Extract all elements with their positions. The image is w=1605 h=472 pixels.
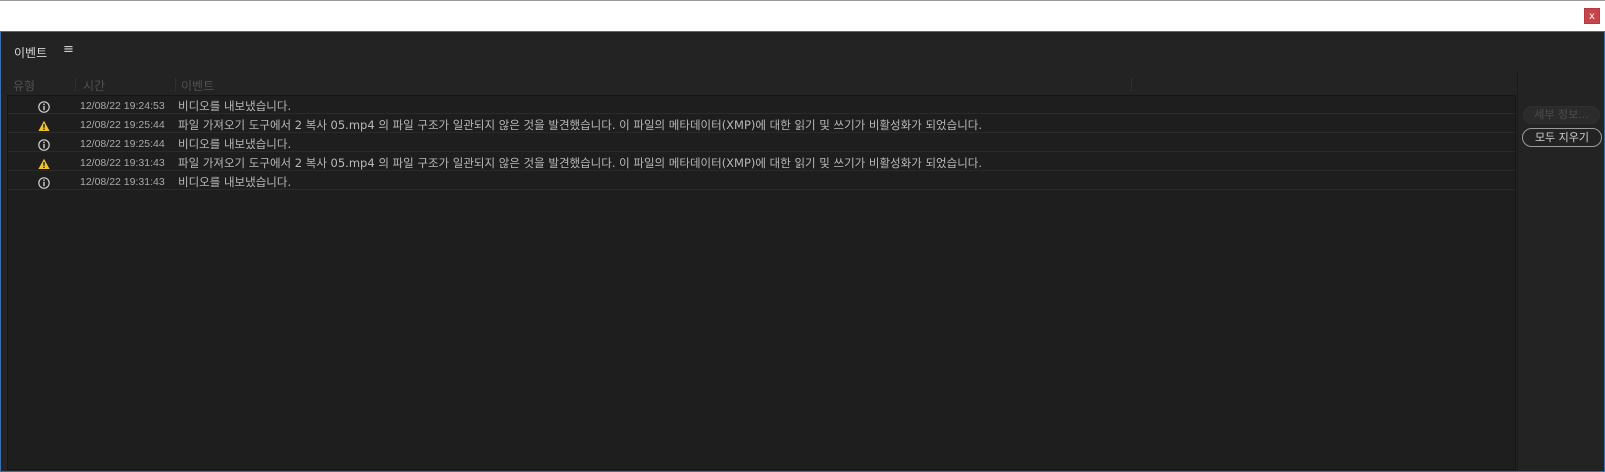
column-header-type[interactable]: 유형 <box>13 77 35 93</box>
column-header-event[interactable]: 이벤트 <box>181 77 214 93</box>
event-row[interactable]: 12/08/22 19:31:43 비디오를 내보냈습니다. <box>8 172 1515 190</box>
event-message: 비디오를 내보냈습니다. <box>178 137 292 151</box>
events-window: 이벤트 ≡ 유형 시간 이벤트 12/08/22 19:24:53 비디오를 내보… <box>0 31 1605 472</box>
event-time: 12/08/22 19:24:53 <box>80 100 165 112</box>
warning-icon <box>38 117 50 131</box>
event-row[interactable]: 12/08/22 19:25:44 파일 가져오기 도구에서 2 복사 05.mp… <box>8 115 1515 133</box>
event-time: 12/08/22 19:31:43 <box>80 176 165 188</box>
details-button[interactable]: 세부 정보... <box>1523 106 1600 124</box>
info-icon <box>38 98 50 113</box>
event-message: 비디오를 내보냈습니다. <box>178 175 292 189</box>
event-time: 12/08/22 19:31:43 <box>80 157 165 169</box>
close-button[interactable]: x <box>1584 8 1600 24</box>
panel-title[interactable]: 이벤트 <box>14 44 47 61</box>
column-divider[interactable] <box>1131 78 1132 91</box>
event-time: 12/08/22 19:25:44 <box>80 138 165 150</box>
info-icon <box>38 136 50 151</box>
event-list[interactable]: 12/08/22 19:24:53 비디오를 내보냈습니다. 12/08/22 19… <box>7 95 1516 470</box>
warning-icon <box>38 155 50 169</box>
column-divider[interactable] <box>175 78 176 91</box>
event-time: 12/08/22 19:25:44 <box>80 119 165 131</box>
event-row[interactable]: 12/08/22 19:31:43 파일 가져오기 도구에서 2 복사 05.mp… <box>8 153 1515 171</box>
panel-header: 이벤트 ≡ <box>1 32 1604 72</box>
side-panel: 세부 정보... 모두 지우기 <box>1517 72 1604 470</box>
column-header-time[interactable]: 시간 <box>83 77 105 93</box>
event-message: 파일 가져오기 도구에서 2 복사 05.mp4 의 파일 구조가 일관되지 않… <box>178 118 983 132</box>
event-message: 비디오를 내보냈습니다. <box>178 99 292 113</box>
panel-menu-icon[interactable]: ≡ <box>63 42 74 57</box>
event-row[interactable]: 12/08/22 19:24:53 비디오를 내보냈습니다. <box>8 96 1515 114</box>
clear-all-button[interactable]: 모두 지우기 <box>1522 128 1602 147</box>
title-bar: x <box>0 0 1605 31</box>
event-row[interactable]: 12/08/22 19:25:44 비디오를 내보냈습니다. <box>8 134 1515 152</box>
info-icon <box>38 174 50 189</box>
column-divider[interactable] <box>75 78 76 91</box>
event-message: 파일 가져오기 도구에서 2 복사 05.mp4 의 파일 구조가 일관되지 않… <box>178 156 983 170</box>
